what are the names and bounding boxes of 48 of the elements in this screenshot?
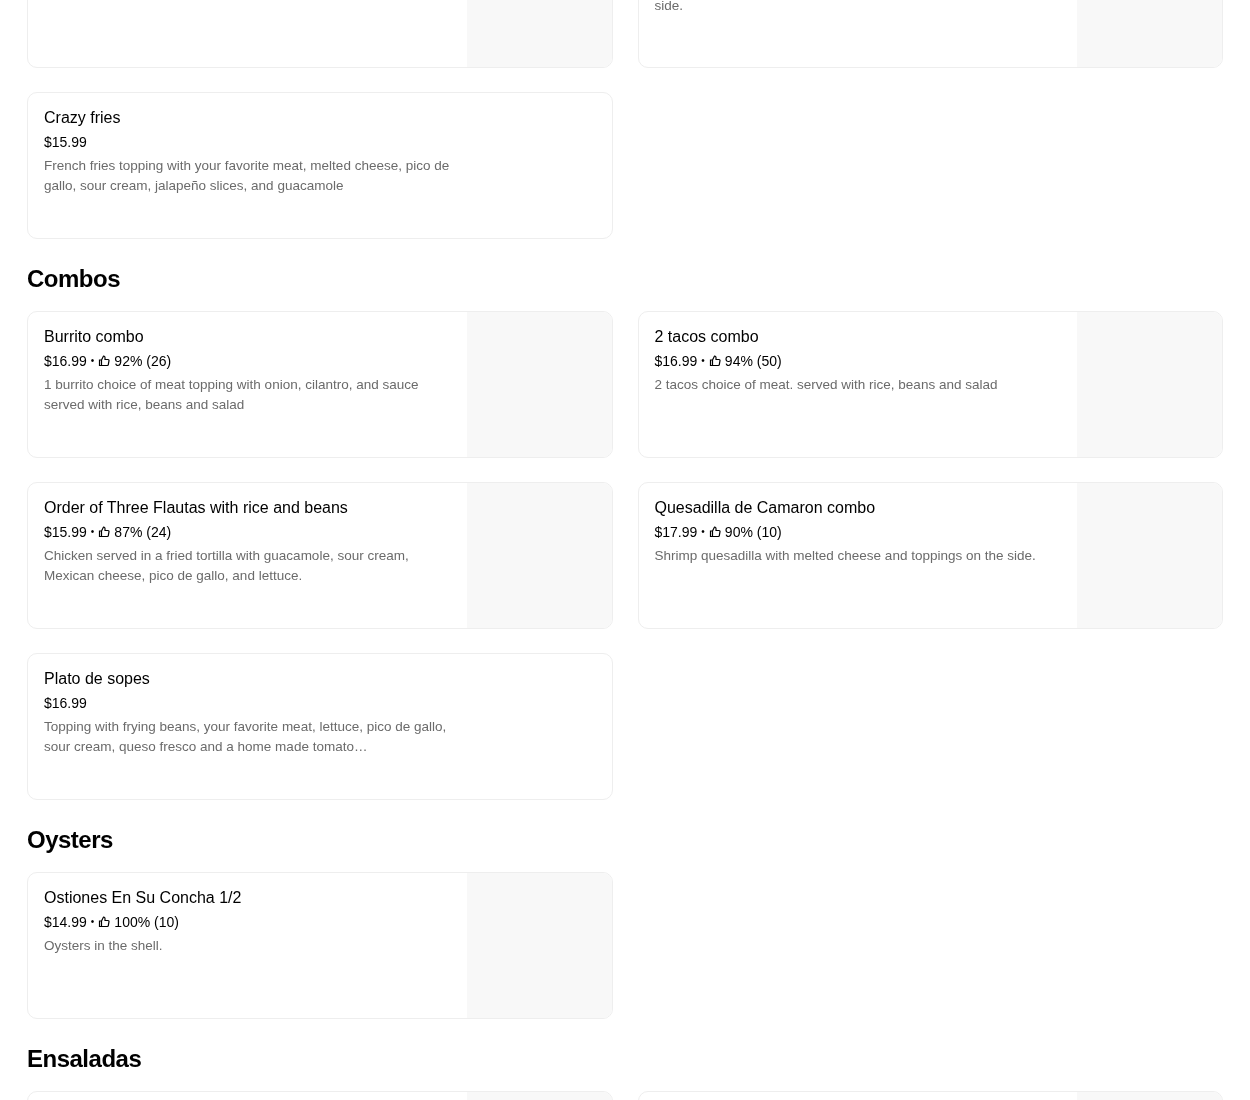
- item-rating: 94% (50): [724, 352, 782, 371]
- section-heading: Ensaladas: [27, 1044, 143, 1074]
- item-description: Oysters in the shell.: [44, 937, 164, 955]
- section-heading: Oysters: [27, 825, 114, 855]
- item-price: $17.99: [654, 523, 698, 542]
- menu-item-card[interactable]: Burrito combo $16.99 • 92% (26) 1 burrito choice of meat topping with onion, cilantro, and sauce served with rice, beans and salad: [27, 311, 613, 458]
- menu-item-card[interactable]: 2 tacos combo $16.99 • 94% (50) 2 tacos choice of meat. served with rice, beans and salad: [637, 311, 1223, 458]
- menu-item-card[interactable]: Crazy fries $15.99 French fries topping with your favorite meat, melted cheese, pico de gallo, sour cream, jalapeño slices, and guacamole: [27, 92, 613, 239]
- thumbs-up-icon: [98, 916, 111, 928]
- menu-item-card[interactable]: Ostiones En Su Concha 1/2 $14.99 • 100% (10) Oysters in the shell.: [27, 872, 613, 1019]
- item-description: Chicken served in a fried tortilla with guacamole, sour cream, Mexican cheese, pico de gallo, and lettuce.: [44, 547, 410, 585]
- separator: •: [90, 354, 95, 368]
- item-rating: 90% (10): [724, 523, 782, 542]
- item-rating: 92% (26): [114, 352, 172, 371]
- item-price: $16.99: [44, 352, 87, 371]
- item-description: 2 tacos choice of meat. served with rice, beans and salad: [654, 376, 999, 394]
- item-description: Topping with frying beans, your favorite meat, lettuce, pico de gallo, sour cream, queso fresco and a home made tomato…: [44, 718, 448, 756]
- thumbs-up-icon: [708, 355, 721, 367]
- menu-item-card[interactable]: side.: [637, 0, 1223, 68]
- item-name: Order of Three Flautas with rice and beans: [44, 498, 349, 518]
- item-name: Burrito combo: [44, 327, 145, 347]
- item-description: 1 burrito choice of meat topping with onion, cilantro, and sauce served with rice, beans and salad: [44, 376, 420, 414]
- item-name: Plato de sopes: [44, 669, 151, 689]
- item-price: $15.99: [44, 523, 87, 542]
- thumbs-up-icon: [98, 526, 111, 538]
- item-name: Ostiones En Su Concha 1/2: [44, 888, 243, 908]
- item-name: Quesadilla de Camaron combo: [654, 498, 877, 518]
- separator: •: [701, 354, 705, 368]
- separator: •: [701, 525, 705, 539]
- thumbs-up-icon: [98, 355, 111, 367]
- item-rating: 100% (10): [114, 913, 179, 932]
- item-price: $14.99: [44, 913, 87, 932]
- item-price: $16.99: [654, 352, 698, 371]
- section-heading: Combos: [27, 264, 121, 294]
- thumbs-up-icon: [708, 526, 721, 538]
- item-description: Shrimp quesadilla with melted cheese and toppings on the side.: [654, 547, 1037, 565]
- menu-item-card[interactable]: Plato de sopes $16.99 Topping with frying beans, your favorite meat, lettuce, pico de gallo, sour cream, queso fresco and a home made tomato…: [27, 653, 613, 800]
- item-price: $16.99: [44, 694, 87, 713]
- item-name: 2 tacos combo: [654, 327, 760, 347]
- item-rating: 87% (24): [114, 523, 172, 542]
- menu-item-card[interactable]: Order of Three Flautas with rice and beans $15.99 • 87% (24) Chicken served in a fried tortilla with guacamole, sour cream, Mexican cheese, pico de gallo, and lettuce.: [27, 482, 613, 629]
- item-description: French fries topping with your favorite meat, melted cheese, pico de gallo, sour cream, jalapeño slices, and guacamole: [44, 157, 451, 195]
- item-description: side.: [654, 0, 685, 15]
- item-price: $15.99: [44, 133, 87, 152]
- menu-item-card[interactable]: Quesadilla de Camaron combo $17.99 • 90% (10) Shrimp quesadilla with melted cheese and toppings on the side.: [637, 482, 1223, 629]
- separator: •: [90, 525, 95, 539]
- separator: •: [90, 915, 95, 929]
- item-name: Crazy fries: [44, 108, 122, 128]
